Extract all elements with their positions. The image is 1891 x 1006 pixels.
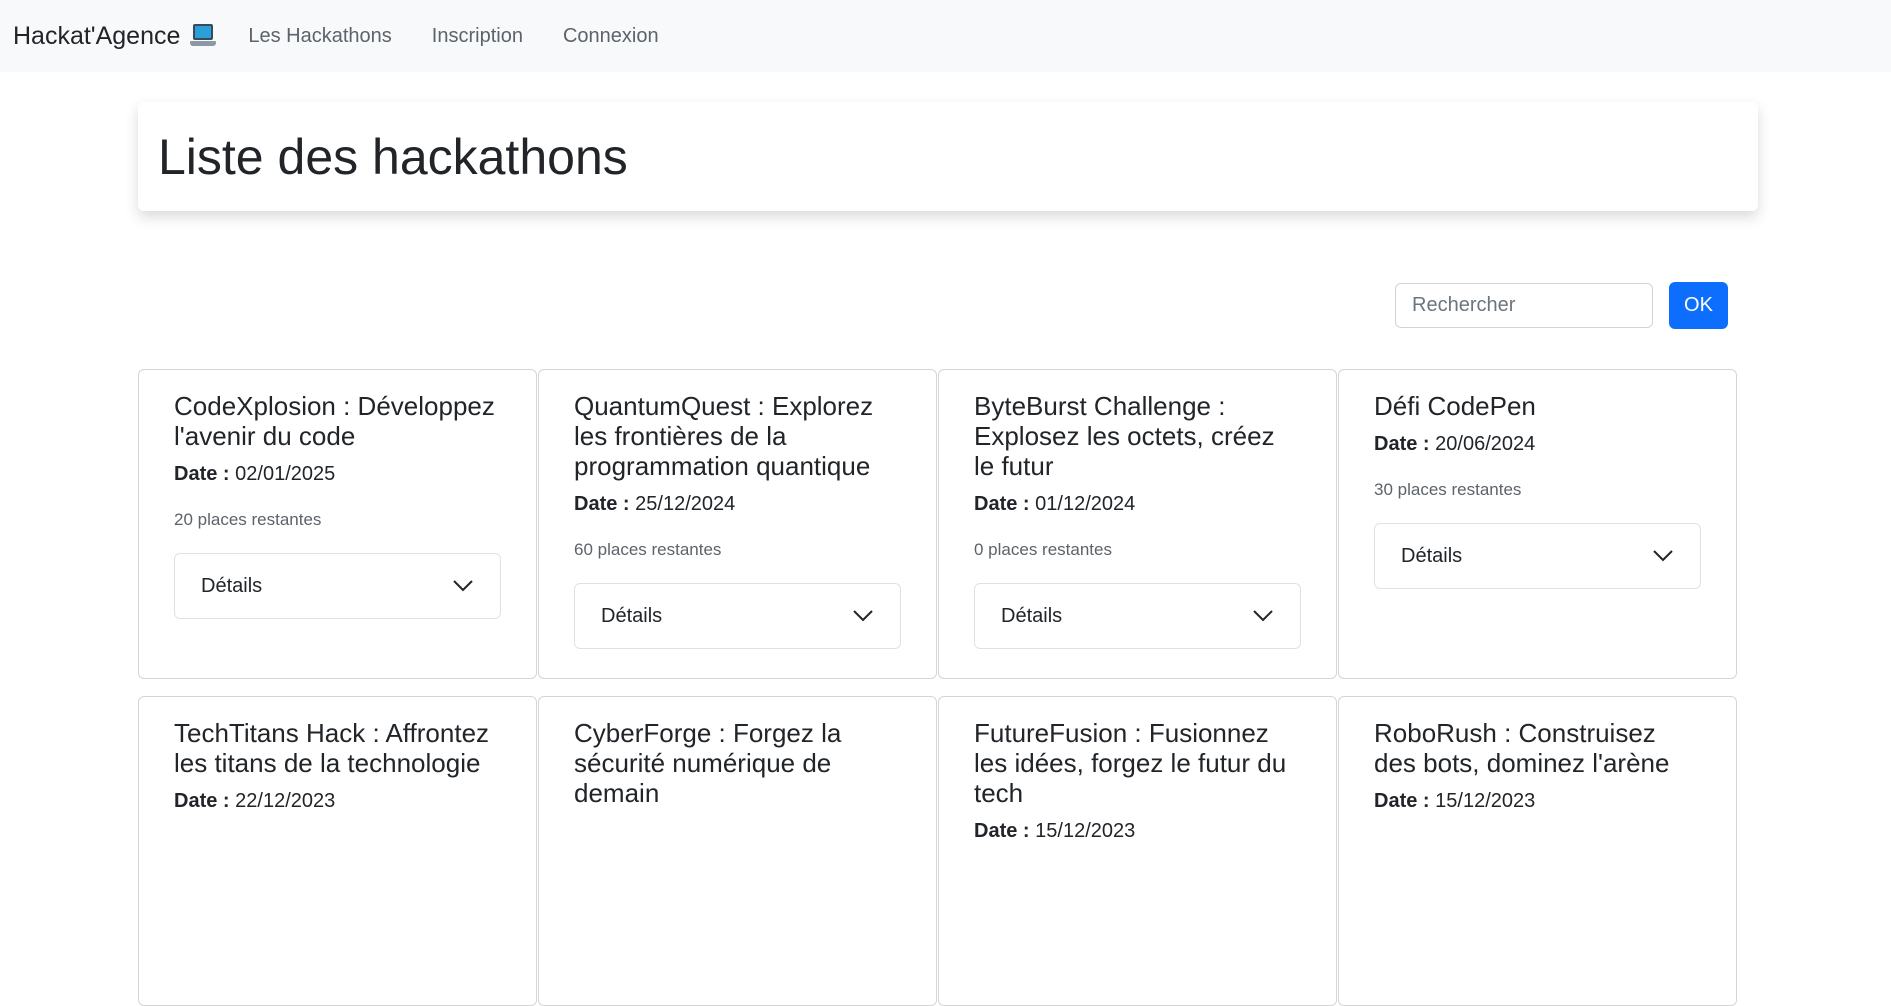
hackathon-card: CodeXplosion : Développez l'avenir du co… — [138, 369, 537, 679]
date-value: 01/12/2024 — [1035, 493, 1136, 515]
date-label: Date : — [174, 463, 230, 485]
hackathon-date: Date : 25/12/2024 — [574, 491, 901, 517]
hackathon-card: ByteBurst Challenge : Explosez les octet… — [938, 369, 1337, 679]
hackathon-card: QuantumQuest : Explorez les frontières d… — [538, 369, 937, 679]
chevron-down-icon — [1653, 550, 1673, 562]
hackathon-card: TechTitans Hack : Affrontez les titans d… — [138, 696, 537, 1006]
places-remaining: 0 places restantes — [974, 540, 1112, 559]
hackathon-title: FutureFusion : Fusionnez les idées, forg… — [974, 718, 1287, 808]
hackathon-date: Date : 15/12/2023 — [974, 818, 1301, 844]
details-toggle[interactable]: Détails — [174, 553, 501, 619]
date-label: Date : — [1374, 790, 1430, 812]
details-toggle[interactable]: Détails — [974, 583, 1301, 649]
hackathon-date: Date : 02/01/2025 — [174, 461, 501, 487]
nav-link-connexion[interactable]: Connexion — [563, 25, 659, 48]
navbar: Hackat'Agence Les Hackathons Inscription… — [0, 0, 1891, 72]
details-label: Détails — [1001, 604, 1063, 627]
date-label: Date : — [974, 820, 1030, 842]
search-ok-button[interactable]: OK — [1669, 282, 1728, 329]
date-label: Date : — [174, 790, 230, 812]
hackathon-title: CodeXplosion : Développez l'avenir du co… — [174, 391, 495, 451]
hackathon-title: QuantumQuest : Explorez les frontières d… — [574, 391, 874, 481]
details-label: Détails — [1401, 544, 1463, 567]
hackathon-title: RoboRush : Construisez des bots, dominez… — [1374, 718, 1670, 778]
hackathon-title: Défi CodePen — [1374, 391, 1536, 421]
details-label: Détails — [601, 604, 663, 627]
date-label: Date : — [574, 493, 630, 515]
nav-link-inscription[interactable]: Inscription — [432, 25, 523, 48]
date-value: 25/12/2024 — [635, 493, 736, 515]
places-remaining: 60 places restantes — [574, 540, 722, 559]
date-value: 22/12/2023 — [235, 790, 336, 812]
details-toggle[interactable]: Détails — [574, 583, 901, 649]
hackathon-date: Date : 15/12/2023 — [1374, 788, 1701, 814]
places-remaining: 30 places restantes — [1374, 480, 1522, 499]
laptop-icon — [190, 24, 217, 48]
hackathon-card: Défi CodePen Date : 20/06/2024 30 places r… — [1338, 369, 1737, 679]
hackathon-date: Date : 01/12/2024 — [974, 491, 1301, 517]
date-label: Date : — [1374, 433, 1430, 455]
date-label: Date : — [974, 493, 1030, 515]
chevron-down-icon — [853, 610, 873, 622]
date-value: 15/12/2023 — [1435, 790, 1536, 812]
search-input[interactable] — [1395, 283, 1653, 328]
nav-link-hackathons[interactable]: Les Hackathons — [248, 25, 391, 48]
hackathon-card: CyberForge : Forgez la sécurité numériqu… — [538, 696, 937, 1006]
places-remaining: 20 places restantes — [174, 510, 322, 529]
hackathon-date: Date : 20/06/2024 — [1374, 431, 1701, 457]
date-value: 15/12/2023 — [1035, 820, 1136, 842]
brand-link[interactable]: Hackat'Agence — [13, 21, 217, 51]
title-card: Liste des hackathons — [138, 102, 1758, 211]
details-toggle[interactable]: Détails — [1374, 523, 1701, 589]
hackathon-title: ByteBurst Challenge : Explosez les octet… — [974, 391, 1275, 481]
hackathon-card: FutureFusion : Fusionnez les idées, forg… — [938, 696, 1337, 1006]
hackathon-grid: CodeXplosion : Développez l'avenir du co… — [138, 369, 1739, 1006]
chevron-down-icon — [453, 580, 473, 592]
hackathon-date: Date : 22/12/2023 — [174, 788, 501, 814]
hackathon-title: CyberForge : Forgez la sécurité numériqu… — [574, 718, 842, 808]
hackathon-card: RoboRush : Construisez des bots, dominez… — [1338, 696, 1737, 1006]
date-value: 02/01/2025 — [235, 463, 336, 485]
date-value: 20/06/2024 — [1435, 433, 1536, 455]
chevron-down-icon — [1253, 610, 1273, 622]
page-title: Liste des hackathons — [158, 128, 628, 185]
hackathon-title: TechTitans Hack : Affrontez les titans d… — [174, 718, 490, 778]
details-label: Détails — [201, 574, 263, 597]
brand-name: Hackat'Agence — [13, 21, 181, 50]
